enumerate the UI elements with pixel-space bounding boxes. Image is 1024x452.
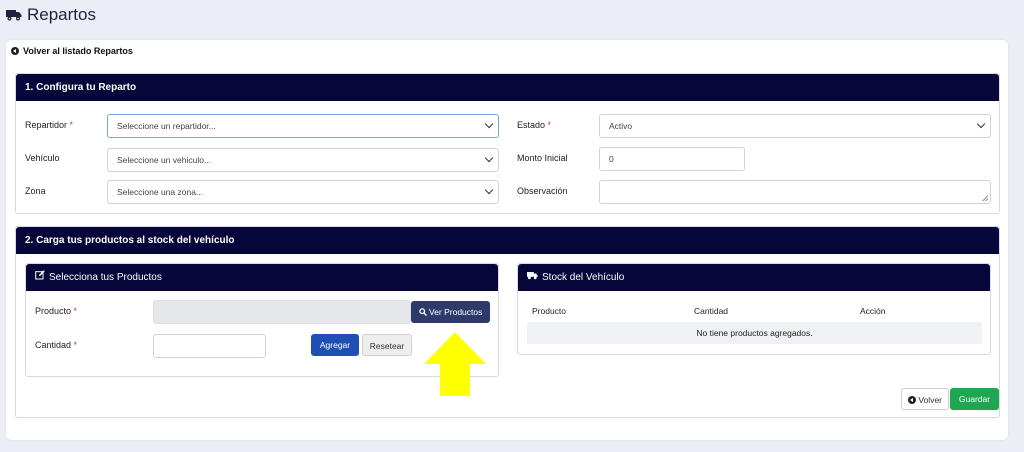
repartidor-select[interactable]: Seleccione un repartidor... — [107, 114, 499, 138]
chevron-down-icon — [976, 119, 986, 129]
estado-label: Estado * — [517, 120, 552, 130]
monto-inicial-input[interactable]: 0 — [599, 147, 745, 171]
repartidor-select-value: Seleccione un repartidor... — [117, 121, 216, 131]
volver-button[interactable]: Volver — [901, 388, 949, 410]
observacion-label: Observación — [517, 186, 568, 196]
back-link-label: Volver al listado Repartos — [23, 46, 133, 56]
truck-icon — [6, 9, 22, 21]
chevron-down-icon — [484, 119, 494, 129]
chevron-down-icon — [484, 185, 494, 195]
circle-arrow-left-icon — [11, 47, 19, 55]
select-products-header: Selecciona tus Productos — [26, 264, 498, 291]
monto-inicial-label: Monto Inicial — [517, 153, 568, 163]
search-icon — [418, 307, 429, 317]
column-header-cantidad: Cantidad — [694, 306, 729, 316]
producto-label: Producto * — [35, 306, 78, 316]
main-card: Volver al listado Repartos 1. Configura … — [6, 40, 1008, 440]
page-title-text: Repartos — [27, 5, 96, 24]
configure-section-title: 1. Configura tu Reparto — [16, 74, 999, 101]
volver-label: Volver — [918, 395, 942, 405]
estado-select[interactable]: Activo — [599, 114, 991, 138]
select-products-title: Selecciona tus Productos — [49, 272, 162, 283]
circle-arrow-left-icon — [908, 396, 916, 404]
resetear-button[interactable]: Resetear — [362, 334, 412, 356]
configure-section: 1. Configura tu Reparto Repartidor * Sel… — [15, 73, 1000, 214]
back-to-list-link[interactable]: Volver al listado Repartos — [11, 46, 133, 56]
vehicle-stock-panel: Stock del Vehículo Producto Cantidad Acc… — [517, 263, 991, 355]
guardar-button[interactable]: Guardar — [950, 388, 999, 410]
highlight-arrow — [424, 332, 486, 401]
zona-label: Zona — [25, 186, 46, 196]
ver-productos-button[interactable]: Ver Productos — [411, 301, 490, 323]
column-header-accion: Acción — [860, 306, 886, 316]
producto-input[interactable] — [153, 300, 411, 324]
ver-productos-label: Ver Productos — [428, 307, 483, 317]
edit-icon — [35, 264, 45, 291]
vehiculo-label: Vehículo — [25, 153, 60, 163]
truck-icon — [527, 264, 538, 291]
vehicle-stock-header: Stock del Vehículo — [518, 264, 990, 291]
column-header-producto: Producto — [532, 306, 567, 316]
cantidad-input[interactable] — [153, 334, 266, 358]
agregar-button[interactable]: Agregar — [311, 334, 359, 356]
repartidor-label: Repartidor * — [25, 120, 74, 130]
estado-select-value: Activo — [609, 121, 633, 131]
zona-select-value: Seleccione una zona... — [117, 187, 204, 197]
products-section-title: 2. Carga tus productos al stock del vehí… — [16, 227, 999, 254]
empty-table-message: No tiene productos agregados. — [527, 322, 982, 344]
top-bar: Repartos — [0, 0, 1024, 38]
page-title: Repartos — [6, 5, 96, 25]
resize-handle-icon[interactable] — [982, 195, 988, 201]
vehiculo-select-value: Seleccione un vehiculo... — [117, 155, 212, 165]
zona-select[interactable]: Seleccione una zona... — [107, 180, 499, 204]
products-section: 2. Carga tus productos al stock del vehí… — [15, 226, 1000, 418]
cantidad-label: Cantidad * — [35, 340, 78, 350]
observacion-textarea[interactable] — [599, 180, 991, 204]
vehiculo-select[interactable]: Seleccione un vehiculo... — [107, 148, 499, 172]
chevron-down-icon — [484, 153, 494, 163]
vehicle-stock-title: Stock del Vehículo — [542, 272, 625, 283]
